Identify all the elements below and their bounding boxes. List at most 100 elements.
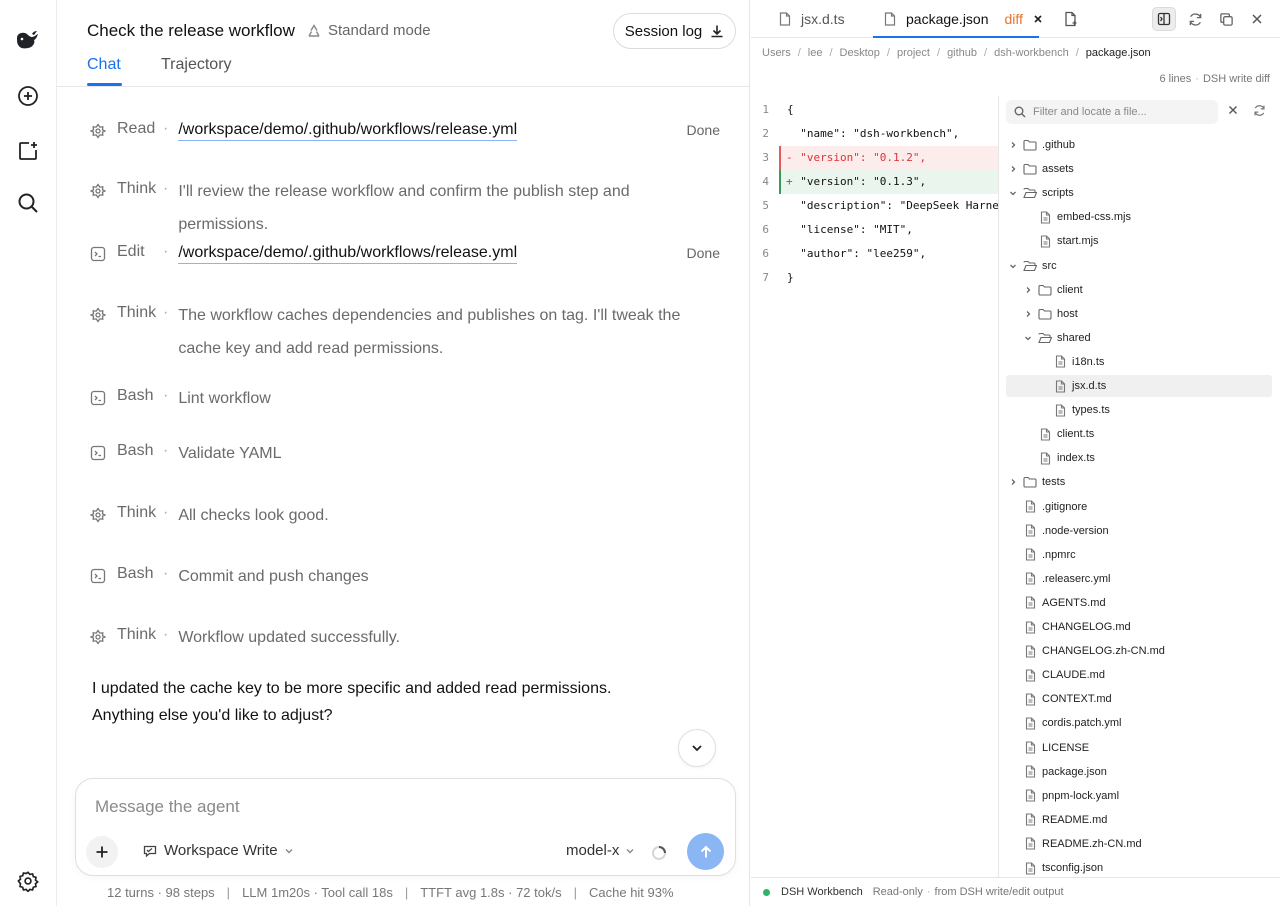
step-file-link[interactable]: /workspace/demo/.github/workflows/releas… [178, 243, 518, 264]
chevron-down-icon[interactable] [1021, 334, 1035, 342]
new-task-icon[interactable] [14, 137, 42, 165]
code-editor[interactable]: 1{2 "name": "dsh-workbench", 3- "version"… [751, 96, 999, 877]
step-file-link[interactable]: /workspace/demo/.github/workflows/releas… [178, 120, 518, 141]
tree-item-label: src [1042, 259, 1057, 272]
tree-file[interactable]: index.ts [1006, 447, 1272, 469]
chevron-down-icon[interactable] [1006, 262, 1020, 270]
tree-file[interactable]: jsx.d.ts [1006, 375, 1272, 397]
file-icon [1022, 693, 1038, 706]
tree-item-label: .npmrc [1042, 548, 1076, 561]
file-icon [1022, 548, 1038, 561]
folder-open-icon [1022, 187, 1038, 199]
tab-chat[interactable]: Chat [87, 56, 121, 74]
chevron-right-icon[interactable] [1006, 141, 1020, 149]
whale-logo-icon[interactable] [14, 26, 42, 54]
scroll-to-bottom-button[interactable] [678, 729, 716, 767]
split-view-icon[interactable] [1152, 7, 1176, 31]
tree-file[interactable]: tsconfig.json [1006, 857, 1272, 877]
tree-file[interactable]: CHANGELOG.zh-CN.md [1006, 640, 1272, 662]
tree-folder[interactable]: assets [1006, 158, 1272, 180]
breadcrumb-item[interactable]: Users [762, 47, 791, 59]
search-icon[interactable] [14, 189, 42, 217]
send-button[interactable] [687, 833, 724, 870]
chevron-right-icon[interactable] [1021, 310, 1035, 318]
close-tab-icon[interactable] [1033, 14, 1043, 24]
close-panel-icon[interactable] [1247, 9, 1267, 29]
refresh-icon[interactable] [1185, 9, 1205, 29]
breadcrumb-item[interactable]: Desktop [840, 47, 880, 59]
tree-item-label: README.zh-CN.md [1042, 837, 1142, 850]
tree-file[interactable]: README.zh-CN.md [1006, 833, 1272, 855]
file-tab-package-json[interactable]: package.json diff [884, 11, 1043, 27]
breadcrumb-item[interactable]: lee [808, 47, 823, 59]
tree-item-label: scripts [1042, 187, 1074, 200]
step-item-bash[interactable]: Bash · Lint workflow [90, 387, 730, 415]
tree-file[interactable]: client.ts [1006, 423, 1272, 445]
chevron-down-icon[interactable] [1006, 189, 1020, 197]
tree-folder[interactable]: host [1006, 303, 1272, 325]
tree-file[interactable]: embed-css.mjs [1006, 206, 1272, 228]
tree-file[interactable]: package.json [1006, 761, 1272, 783]
tree-file[interactable]: README.md [1006, 809, 1272, 831]
chevron-right-icon[interactable] [1021, 286, 1035, 294]
tab-trajectory[interactable]: Trajectory [161, 56, 232, 74]
tree-file[interactable]: AGENTS.md [1006, 592, 1272, 614]
stat-turns: 12 turns · 98 steps [107, 885, 215, 900]
new-chat-icon[interactable] [14, 82, 42, 110]
tree-file[interactable]: pnpm-lock.yaml [1006, 785, 1272, 807]
chevron-down-icon [284, 846, 294, 856]
breadcrumb-item[interactable]: github [947, 47, 977, 59]
tree-folder[interactable]: shared [1006, 327, 1272, 349]
code-line: 2 "name": "dsh-workbench", [751, 122, 998, 146]
tree-file[interactable]: cordis.patch.yml [1006, 712, 1272, 734]
tree-item-label: CHANGELOG.zh-CN.md [1042, 645, 1165, 658]
tree-folder[interactable]: client [1006, 279, 1272, 301]
download-icon [710, 24, 724, 38]
tree-file[interactable]: CONTEXT.md [1006, 688, 1272, 710]
tree-file[interactable]: .npmrc [1006, 544, 1272, 566]
clear-filter-icon[interactable] [1228, 105, 1238, 115]
tree-folder[interactable]: scripts [1006, 182, 1272, 204]
copy-icon[interactable] [1216, 9, 1236, 29]
new-file-icon[interactable] [1061, 9, 1081, 29]
step-item-bash[interactable]: Bash · Validate YAML [90, 442, 730, 470]
tree-folder[interactable]: src [1006, 255, 1272, 277]
file-filter[interactable] [1006, 100, 1218, 124]
chevron-right-icon[interactable] [1006, 165, 1020, 173]
file-filter-input[interactable] [1033, 106, 1213, 118]
file-tab-jsx-d-ts[interactable]: jsx.d.ts [779, 11, 845, 27]
session-log-button[interactable]: Session log [613, 13, 736, 49]
tree-file[interactable]: start.mjs [1006, 230, 1272, 252]
workspace-select[interactable]: Workspace Write [142, 842, 294, 859]
tree-file[interactable]: .node-version [1006, 520, 1272, 542]
file-icon [1022, 669, 1038, 682]
message-input[interactable] [95, 795, 695, 819]
tree-file[interactable]: .releaserc.yml [1006, 568, 1272, 590]
breadcrumb-item[interactable]: project [897, 47, 930, 59]
left-rail [0, 0, 57, 906]
tree-file[interactable]: types.ts [1006, 399, 1272, 421]
tree-item-label: .releaserc.yml [1042, 572, 1111, 585]
chevron-right-icon[interactable] [1006, 478, 1020, 486]
breadcrumb-item[interactable]: dsh-workbench [994, 47, 1069, 59]
code-line: 6 "author": "lee259", [751, 242, 998, 266]
tree-folder[interactable]: tests [1006, 471, 1272, 493]
tree-file[interactable]: CLAUDE.md [1006, 664, 1272, 686]
tree-file[interactable]: LICENSE [1006, 737, 1272, 759]
model-select[interactable]: model-x [566, 842, 635, 859]
tree-item-label: pnpm-lock.yaml [1042, 789, 1120, 802]
tree-file[interactable]: i18n.ts [1006, 351, 1272, 373]
plus-icon [95, 845, 109, 859]
step-item-edit[interactable]: Edit · /workspace/demo/.github/workflows… [90, 243, 730, 265]
settings-icon[interactable] [14, 867, 42, 895]
refresh-tree-icon[interactable] [1253, 104, 1266, 117]
tree-file[interactable]: CHANGELOG.md [1006, 616, 1272, 638]
step-item-bash[interactable]: Bash · Commit and push changes [90, 565, 730, 593]
mode-indicator[interactable]: Standard mode [306, 22, 431, 39]
step-item-read[interactable]: Read · /workspace/demo/.github/workflows… [90, 120, 730, 142]
attach-button[interactable] [86, 836, 118, 868]
code-line: 6 "license": "MIT", [751, 218, 998, 242]
tree-file[interactable]: .gitignore [1006, 496, 1272, 518]
tree-folder[interactable]: .github [1006, 134, 1272, 156]
file-icon [1022, 789, 1038, 802]
